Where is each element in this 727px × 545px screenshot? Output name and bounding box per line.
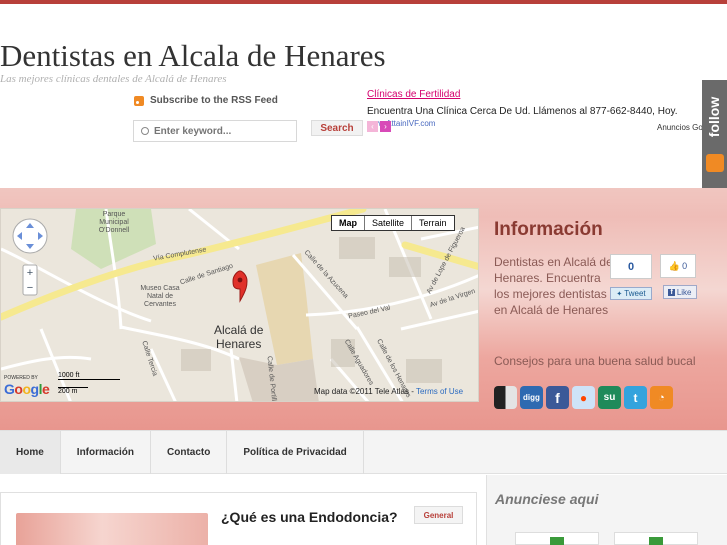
map-label-park: Parque Municipal O'Donnell [98,211,130,234]
map-credit-text: Map data ©2011 Tele Atlas - [314,387,414,396]
nav-contacto[interactable]: Contacto [151,431,228,474]
map-city-label: Alcalá de Henares [214,323,263,351]
follow-label-wrap: follow [703,84,726,150]
reddit-icon[interactable]: ● [572,386,595,409]
nav-privacidad[interactable]: Política de Privacidad [227,431,364,474]
sidebar-title: Anunciese aqui [495,491,599,507]
rss-subscribe-label: Subscribe to the RSS Feed [150,95,278,106]
ad-prev-icon[interactable]: ‹ [367,121,378,132]
map-city-line-1: Alcalá de [214,323,264,337]
search-box[interactable] [133,120,297,142]
facebook-icon: f [668,288,675,296]
twitter-bird-icon: ✦ [616,290,623,298]
map-scale-m: 200 m [58,387,88,395]
map-type-map-button[interactable]: Map [332,216,364,230]
social-icons: digg f ● su t ◔ [494,386,673,409]
site-title[interactable]: Dentistas en Alcala de Henares [0,38,386,74]
delicious-icon[interactable] [494,386,517,409]
search-button[interactable]: Search [311,120,363,136]
ad-title[interactable]: Clínicas de Fertilidad [367,89,727,100]
map-scale-ft: 1000 ft [58,372,120,380]
map-credit: Map data ©2011 Tele Atlas - Terms of Use [314,387,463,396]
follow-label: follow [706,96,723,138]
info-section: Información [494,219,714,241]
like-count-value: 0 [682,261,688,271]
tweet-count: 0 [610,254,652,279]
ad-text: Encuentra Una Clínica Cerca De Ud. Lláme… [367,106,678,117]
twitter-icon[interactable]: t [624,386,647,409]
main-navigation: Home Información Contacto Política de Pr… [0,430,727,474]
ad-arrows: ‹ › [367,121,391,132]
top-accent-bar [0,0,727,4]
svg-text:−: − [27,282,33,294]
thumbs-up-icon: 👍 [668,260,681,271]
tweet-button[interactable]: ✦ Tweet [610,287,652,300]
stumbleupon-icon[interactable]: su [598,386,621,409]
map-type-terrain-button[interactable]: Terrain [411,216,454,230]
search-input[interactable] [154,125,284,137]
tweet-label: Tweet [624,289,646,298]
post-thumbnail[interactable] [16,513,208,545]
map-city-line-2: Henares [216,337,262,351]
facebook-share-icon[interactable]: f [546,386,569,409]
map-type-satellite-button[interactable]: Satellite [364,216,411,230]
ad-next-icon[interactable]: › [380,121,391,132]
page: Dentistas en Alcala de Henares Las mejor… [0,0,727,545]
like-label: Like [676,287,692,297]
facebook-like-button[interactable]: f Like [663,285,697,299]
rss-icon [134,95,144,106]
sidebar-ad-2[interactable] [614,532,698,545]
map-type-switch[interactable]: Map Satellite Terrain [331,215,455,231]
rss-feed-icon[interactable]: ◔ [650,386,673,409]
follow-rss-icon[interactable] [706,154,724,172]
map-scale: 1000 ft 200 m [58,372,120,395]
map-label-museo: Museo Casa Natal de Cervantes [140,285,180,308]
search-icon [141,127,149,135]
site-tagline: Las mejores clínicas dentales de Alcalá … [0,73,227,85]
sidebar-ad-1[interactable] [515,532,599,545]
nav-informacion[interactable]: Información [61,431,152,474]
digg-icon[interactable]: digg [520,386,543,409]
like-count: 👍 0 [660,254,696,278]
rss-subscribe-link[interactable]: Subscribe to the RSS Feed [134,95,278,106]
info-text: Dentistas en Alcalá de Henares. Encuentr… [494,255,613,317]
info-heading: Información [494,219,603,240]
nav-home[interactable]: Home [0,431,61,474]
svg-text:+: + [27,267,33,279]
info-link[interactable]: Consejos para una buena salud bucal [494,354,695,368]
map-terms-link[interactable]: Terms of Use [416,387,463,396]
post-title[interactable]: ¿Qué es una Endodoncia? [221,509,398,525]
follow-tab[interactable]: follow [702,80,727,188]
google-logo[interactable]: Google [4,381,50,397]
post-category-tag[interactable]: General [414,506,463,524]
